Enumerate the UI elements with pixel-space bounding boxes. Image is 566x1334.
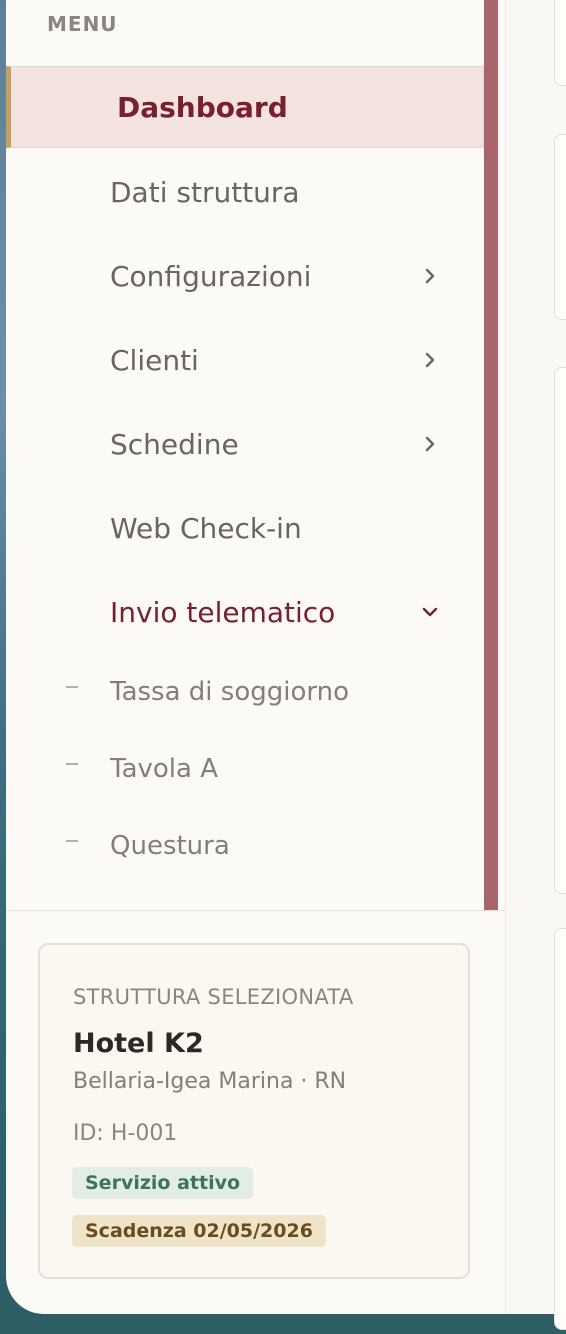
sidebar-item-web-check-in[interactable]: Web Check-in (6, 487, 484, 569)
sidebar-subitem-tavola-a[interactable]: Tavola A (6, 739, 484, 799)
dash-icon (66, 763, 78, 765)
chevron-down-icon (422, 607, 438, 617)
sidebar-item-label: Clienti (110, 343, 199, 377)
sidebar-subitem-questura[interactable]: Questura (6, 816, 484, 876)
content-card (554, 0, 566, 86)
sidebar: MENU Dashboard Dati struttura Configuraz… (6, 0, 505, 1314)
sidebar-item-invio-telematico[interactable]: Invio telematico (6, 571, 484, 653)
content-card (554, 367, 566, 894)
sidebar-subitem-tassa-di-soggiorno[interactable]: Tassa di soggiorno (6, 662, 484, 722)
chevron-right-icon (425, 352, 435, 368)
sidebar-item-label: Dashboard (117, 90, 288, 124)
sidebar-item-label: Configurazioni (110, 259, 312, 293)
sidebar-item-dati-struttura[interactable]: Dati struttura (6, 151, 484, 233)
sidebar-menu-scroll-area: MENU Dashboard Dati struttura Configuraz… (6, 0, 505, 911)
sidebar-subitem-label: Questura (110, 831, 230, 861)
expiry-badge: Scadenza 02/05/2026 (72, 1215, 326, 1247)
content-card (554, 928, 566, 1330)
structure-name: Hotel K2 (73, 1028, 204, 1059)
service-status-badge: Servizio attivo (72, 1167, 254, 1199)
sidebar-item-label: Dati struttura (110, 175, 300, 209)
sidebar-subitem-label: Tavola A (110, 754, 219, 784)
structure-heading: STRUTTURA SELEZIONATA (73, 985, 354, 1009)
dash-icon (66, 686, 78, 688)
sidebar-scrollbar[interactable] (484, 0, 498, 910)
sidebar-item-schedine[interactable]: Schedine (6, 403, 484, 485)
content-card (554, 134, 566, 320)
sidebar-subitem-label: Tassa di soggiorno (110, 677, 350, 707)
sidebar-item-label: Invio telematico (110, 595, 336, 629)
chevron-right-icon (425, 268, 435, 284)
sidebar-item-clienti[interactable]: Clienti (6, 319, 484, 401)
structure-location: Bellaria-Igea Marina · RN (73, 1069, 347, 1094)
selected-structure-card: STRUTTURA SELEZIONATA Hotel K2 Bellaria-… (38, 943, 470, 1279)
sidebar-item-label: Schedine (110, 427, 239, 461)
sidebar-item-configurazioni[interactable]: Configurazioni (6, 235, 484, 317)
structure-id: ID: H-001 (73, 1121, 178, 1146)
sidebar-item-dashboard[interactable]: Dashboard (6, 66, 484, 148)
chevron-right-icon (425, 436, 435, 452)
sidebar-item-label: Web Check-in (110, 511, 302, 545)
dash-icon (66, 840, 78, 842)
menu-heading: MENU (47, 12, 118, 36)
